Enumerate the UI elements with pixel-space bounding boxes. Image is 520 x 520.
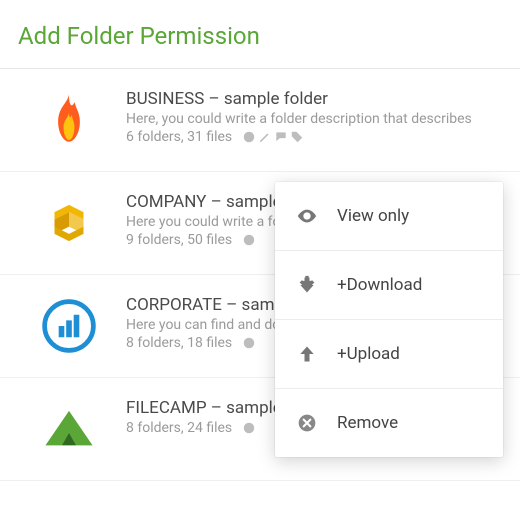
palette-icon [242,421,256,435]
palette-icon [242,130,256,144]
pencil-icon [258,130,272,144]
menu-label: View only [337,206,409,226]
meta-icons [242,130,304,144]
folder-info: BUSINESS – sample folder Here, you could… [102,87,502,145]
menu-label: Remove [337,413,398,433]
eye-icon [295,204,319,228]
menu-item-download[interactable]: +Download [275,251,503,320]
meta-icons [242,421,256,435]
menu-item-remove[interactable]: Remove [275,389,503,457]
palette-icon [242,233,256,247]
chart-circle-icon [36,293,102,359]
page-header: Add Folder Permission [0,0,520,69]
download-arrow-icon [295,273,319,297]
menu-item-upload[interactable]: +Upload [275,320,503,389]
menu-item-view-only[interactable]: View only [275,182,503,251]
folder-description: Here, you could write a folder descripti… [126,111,502,127]
page-title: Add Folder Permission [18,22,502,50]
meta-icons [242,336,256,350]
flame-icon [36,87,102,153]
menu-label: +Download [337,275,422,295]
menu-label: +Upload [337,344,400,364]
permission-menu: View only +Download +Upload Remove [275,182,503,457]
folder-row[interactable]: BUSINESS – sample folder Here, you could… [0,69,520,172]
folder-title: BUSINESS – sample folder [126,89,502,109]
upload-arrow-icon [295,342,319,366]
meta-icons [242,233,256,247]
tag-icon [290,130,304,144]
folder-stats: 6 folders, 31 files [126,129,502,145]
cube-c-icon [36,190,102,256]
palette-icon [242,336,256,350]
comment-icon [274,130,288,144]
remove-circle-icon [295,411,319,435]
tent-icon [36,396,102,462]
